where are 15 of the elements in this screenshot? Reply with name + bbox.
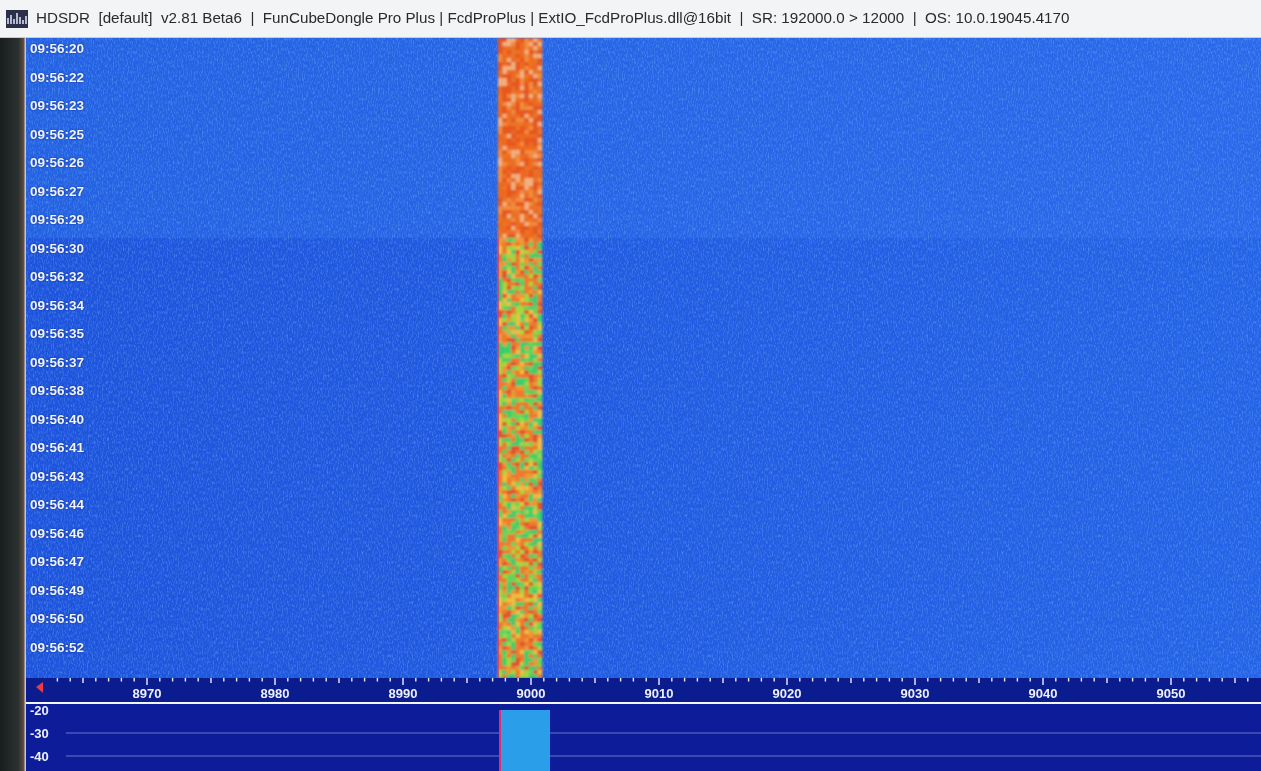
db-label: -30 <box>30 726 49 741</box>
db-label: -40 <box>30 749 49 764</box>
db-label: -20 <box>30 703 49 718</box>
app-icon <box>6 9 28 28</box>
frequency-label: 9010 <box>644 686 674 701</box>
frequency-label: 8980 <box>260 686 290 701</box>
frequency-label: 8970 <box>132 686 162 701</box>
frequency-label: 9050 <box>1156 686 1186 701</box>
marker-icon[interactable] <box>36 682 43 693</box>
frequency-label: 9020 <box>772 686 802 701</box>
frequency-label: 9040 <box>1028 686 1058 701</box>
frequency-label: 9000 <box>516 686 546 701</box>
frequency-label: 8990 <box>388 686 418 701</box>
window-title: HDSDR [default] v2.81 Beta6 | FunCubeDongle Pro Plus | FcdProPlus | ExtIO_FcdProPlus.dll@16bit | SR: 192000.0 > 12000 | OS: 10.0.19045.4170 <box>36 8 1070 29</box>
frequency-label: 9030 <box>900 686 930 701</box>
